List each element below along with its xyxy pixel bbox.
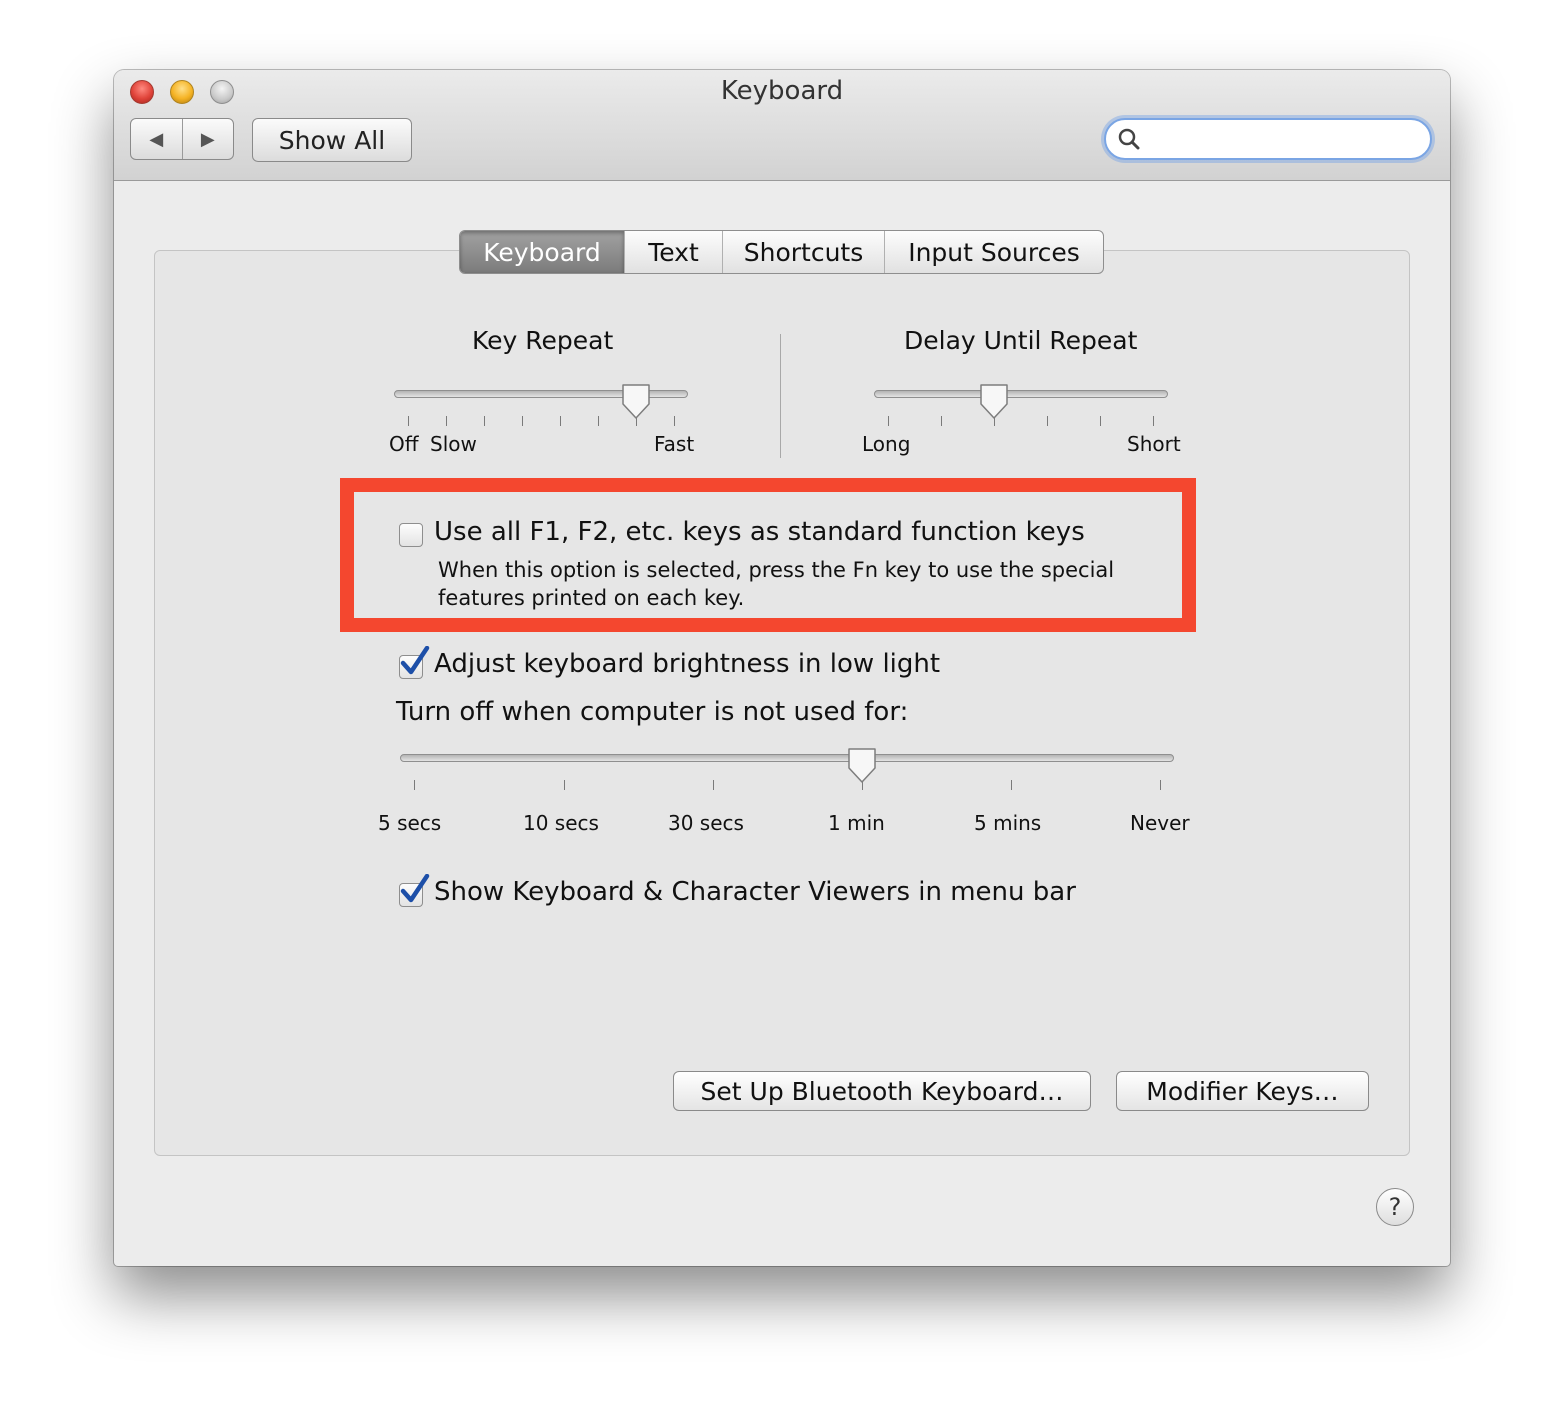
show-all-button[interactable]: Show All — [252, 118, 412, 162]
search-icon — [1118, 128, 1140, 150]
function-keys-label[interactable]: Use all F1, F2, etc. keys as standard fu… — [434, 517, 1085, 547]
turn-off-label-30-secs: 30 secs — [668, 811, 744, 835]
set-up-bluetooth-keyboard-button[interactable]: Set Up Bluetooth Keyboard… — [673, 1071, 1091, 1111]
slider-tick — [674, 416, 675, 426]
turn-off-label-never: Never — [1130, 811, 1190, 835]
slider-tick — [888, 416, 889, 426]
checkmark-icon — [400, 646, 430, 675]
delay-until-repeat-title: Delay Until Repeat — [904, 326, 1138, 355]
back-button[interactable]: ◀ — [131, 119, 182, 159]
turn-off-slider[interactable] — [400, 754, 1174, 762]
turn-off-label-5-mins: 5 mins — [974, 811, 1042, 835]
slider-tick — [414, 780, 415, 790]
slider-tick — [560, 416, 561, 426]
tab-input-sources[interactable]: Input Sources — [884, 231, 1103, 273]
back-forward-group: ◀ ▶ — [130, 118, 234, 160]
viewers-label[interactable]: Show Keyboard & Character Viewers in men… — [434, 877, 1076, 907]
slider-tick — [598, 416, 599, 426]
preferences-window: Keyboard ◀ ▶ Show All Keyboard Text Shor… — [114, 70, 1450, 1266]
key-repeat-off-label: Off — [389, 432, 419, 456]
brightness-label[interactable]: Adjust keyboard brightness in low light — [434, 649, 940, 679]
turn-off-label-1-min: 1 min — [828, 811, 885, 835]
slider-tick — [713, 780, 714, 790]
tab-bar: Keyboard Text Shortcuts Input Sources — [459, 230, 1104, 274]
tab-shortcuts[interactable]: Shortcuts — [722, 231, 884, 273]
slider-tick — [1011, 780, 1012, 790]
slider-tick — [564, 780, 565, 790]
titlebar: Keyboard ◀ ▶ Show All — [114, 70, 1450, 181]
window-title: Keyboard — [720, 76, 844, 106]
key-repeat-fast-label: Fast — [654, 432, 695, 456]
modifier-keys-button[interactable]: Modifier Keys… — [1116, 1071, 1369, 1111]
search-input[interactable] — [1150, 126, 1414, 154]
delay-short-label: Short — [1127, 432, 1181, 456]
tab-text[interactable]: Text — [624, 231, 722, 273]
turn-off-slider-thumb[interactable] — [846, 746, 878, 786]
slider-tick — [522, 416, 523, 426]
slider-tick — [1153, 416, 1154, 426]
turn-off-label-5-secs: 5 secs — [378, 811, 442, 835]
checkmark-icon — [400, 874, 430, 903]
delay-long-label: Long — [862, 432, 911, 456]
help-icon: ? — [1388, 1193, 1402, 1221]
forward-button[interactable]: ▶ — [181, 119, 234, 159]
function-keys-description-line1: When this option is selected, press the … — [438, 558, 1115, 582]
search-field[interactable] — [1104, 118, 1432, 160]
back-arrow-icon: ◀ — [149, 128, 164, 150]
key-repeat-slider-thumb[interactable] — [620, 382, 652, 422]
slider-divider — [780, 334, 781, 458]
delay-until-repeat-slider[interactable] — [874, 390, 1168, 398]
function-keys-description-line2: features printed on each key. — [438, 586, 745, 610]
slider-tick — [1160, 780, 1161, 790]
key-repeat-title: Key Repeat — [472, 326, 614, 355]
turn-off-label: Turn off when computer is not used for: — [396, 697, 909, 727]
brightness-checkbox[interactable] — [399, 646, 430, 679]
delay-until-repeat-slider-thumb[interactable] — [978, 382, 1010, 422]
viewers-checkbox[interactable] — [399, 874, 430, 907]
help-button[interactable]: ? — [1376, 1188, 1414, 1226]
slider-tick — [408, 416, 409, 426]
slider-tick — [1047, 416, 1048, 426]
function-keys-checkbox[interactable] — [399, 523, 423, 547]
slider-tick — [484, 416, 485, 426]
tab-keyboard[interactable]: Keyboard — [460, 231, 624, 273]
forward-arrow-icon: ▶ — [200, 128, 215, 150]
slider-tick — [446, 416, 447, 426]
slider-tick — [941, 416, 942, 426]
slider-tick — [1100, 416, 1101, 426]
key-repeat-slow-label: Slow — [430, 432, 477, 456]
turn-off-label-10-secs: 10 secs — [523, 811, 599, 835]
